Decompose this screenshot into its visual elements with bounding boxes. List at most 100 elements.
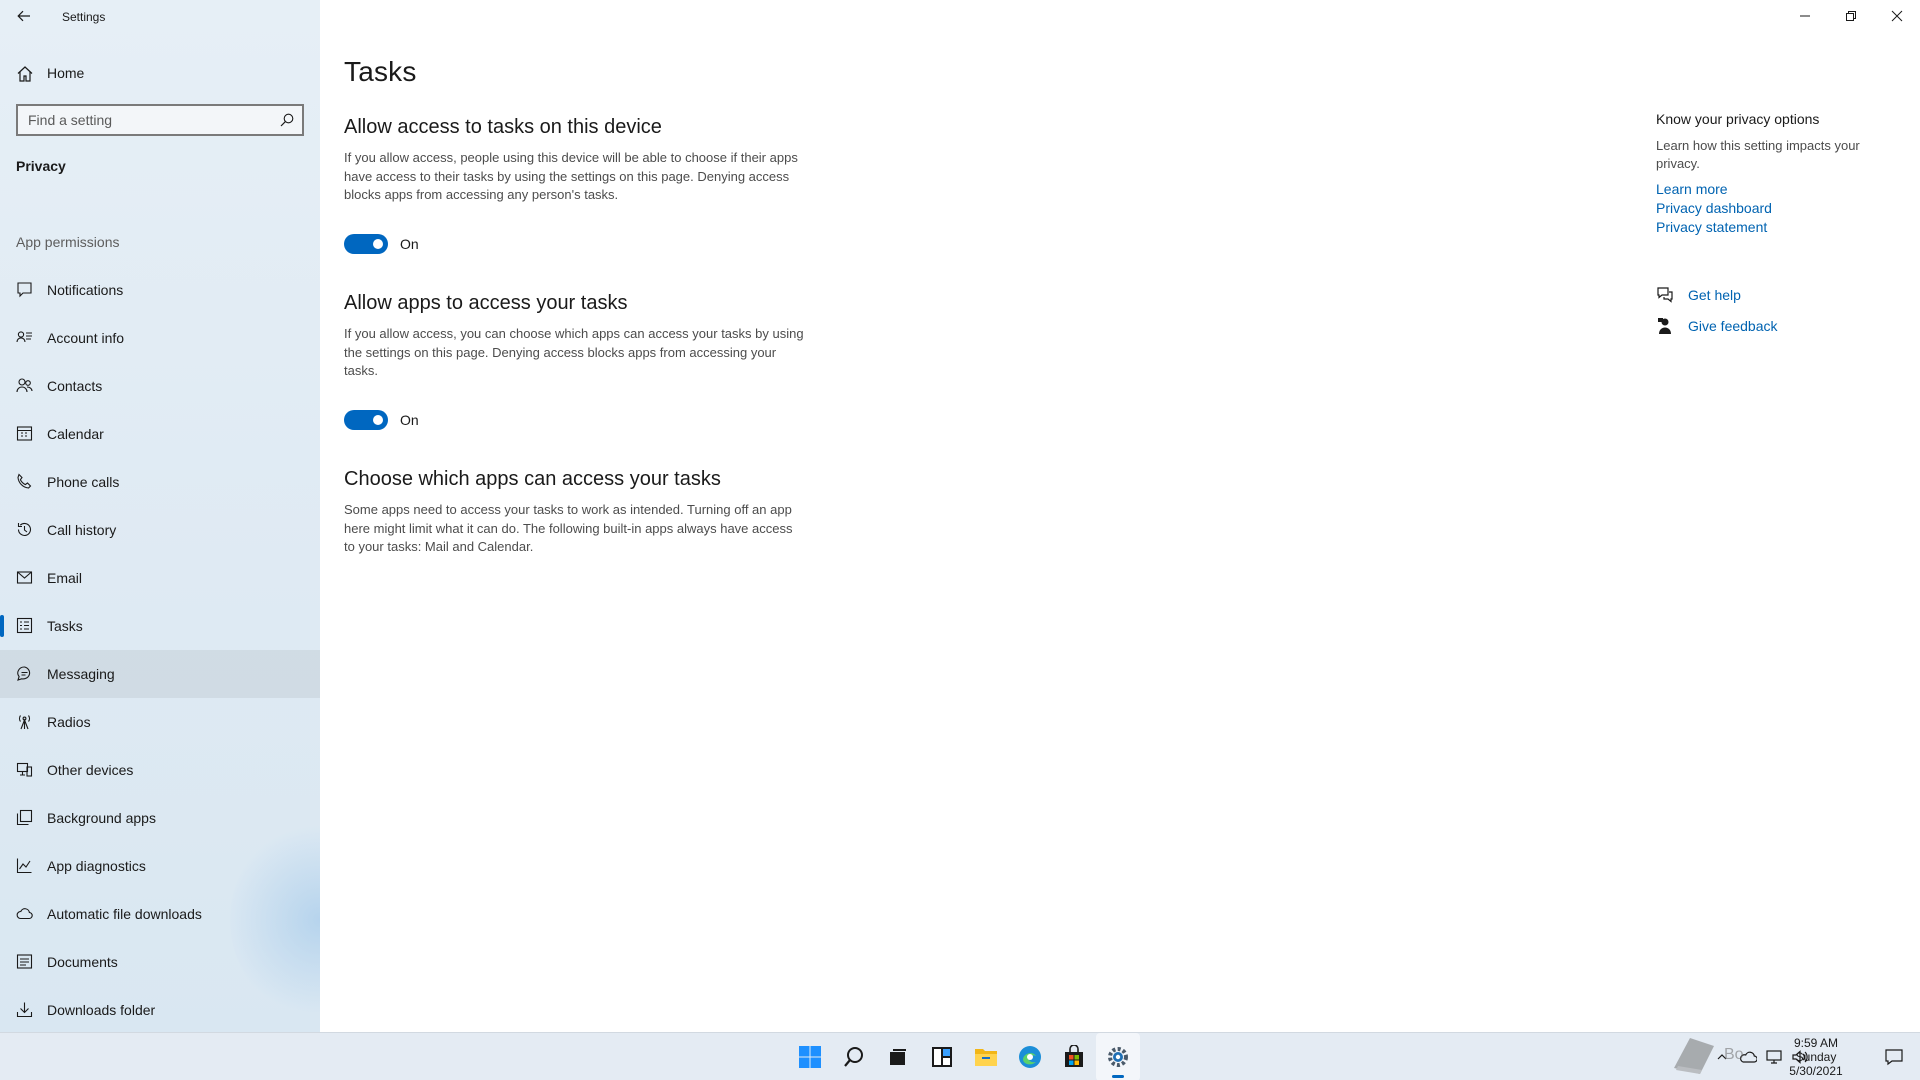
get-help-row[interactable]: Get help [1656, 286, 1741, 304]
notification-icon [17, 282, 32, 298]
store-icon [1065, 1045, 1083, 1067]
get-help-link[interactable]: Get help [1688, 287, 1741, 303]
cloud-icon [16, 908, 33, 920]
sidebar-item-account-info[interactable]: Account info [0, 314, 320, 362]
notification-center-icon[interactable] [1884, 1047, 1904, 1067]
sidebar-item-call-history[interactable]: Call history [0, 506, 320, 554]
privacy-options-title: Know your privacy options [1656, 111, 1820, 127]
file-explorer-icon [975, 1049, 997, 1066]
choose-apps-section: Choose which apps can access your tasks … [344, 468, 804, 557]
clock-time: 9:59 AM [1793, 1036, 1839, 1050]
privacy-options-description: Learn how this setting impacts your priv… [1656, 138, 1860, 171]
sidebar-item-email[interactable]: Email [0, 554, 320, 602]
sidebar-item-phone-calls[interactable]: Phone calls [0, 458, 320, 506]
sidebar-item-notifications[interactable]: Notifications [0, 266, 320, 314]
section-heading: Allow apps to access your tasks [344, 292, 628, 314]
privacy-statement-link[interactable]: Privacy statement [1656, 219, 1767, 235]
toggle-knob [373, 239, 383, 249]
nav-home[interactable]: Home [0, 53, 320, 93]
settings-icon [1108, 1047, 1128, 1067]
app-access-toggle[interactable] [344, 410, 388, 430]
title-bar: Settings [0, 0, 320, 32]
sidebar-item-other-devices[interactable]: Other devices [0, 746, 320, 794]
clock-date: 5/30/2021 [1789, 1064, 1843, 1078]
nav-home-label: Home [47, 65, 85, 81]
give-feedback-link[interactable]: Give feedback [1688, 318, 1778, 334]
learn-more-link[interactable]: Learn more [1656, 181, 1728, 197]
close-icon [1891, 10, 1903, 22]
sidebar-item-automatic-file-downloads[interactable]: Automatic file downloads [0, 890, 320, 938]
app-title: Settings [62, 10, 106, 24]
sidebar-item-label: Downloads folder [47, 1002, 156, 1018]
search-input[interactable] [18, 106, 268, 134]
history-icon [17, 522, 32, 537]
section-heading: Choose which apps can access your tasks [344, 468, 721, 490]
toggle-state-label: On [400, 412, 419, 428]
restore-button[interactable] [1828, 0, 1874, 32]
taskbar-file-explorer-button[interactable] [964, 1033, 1008, 1080]
sidebar-item-radios[interactable]: Radios [0, 698, 320, 746]
back-button[interactable] [8, 0, 40, 32]
sidebar-item-label: Documents [47, 954, 118, 970]
message-icon [17, 666, 31, 681]
sidebar-item-label: Background apps [47, 810, 156, 826]
sidebar-item-downloads-folder[interactable]: Downloads folder [0, 986, 320, 1032]
nav-list: Notifications Account info Contacts Cale… [0, 266, 320, 1032]
sidebar-item-label: Contacts [47, 378, 103, 394]
radio-tower-icon [18, 715, 31, 730]
feedback-icon [1658, 318, 1671, 334]
group-label: App permissions [16, 234, 120, 250]
sidebar-item-label: Calendar [47, 426, 104, 442]
sidebar-item-calendar[interactable]: Calendar [0, 410, 320, 458]
sidebar-item-label: Notifications [47, 282, 124, 298]
taskbar-task-view-button[interactable] [876, 1033, 920, 1080]
restore-icon [1846, 11, 1856, 21]
device-access-toggle[interactable] [344, 234, 388, 254]
taskbar-clock[interactable]: 9:59 AM Sunday 5/30/2021 [1776, 1036, 1856, 1078]
give-feedback-row[interactable]: Give feedback [1656, 317, 1778, 335]
taskbar: 9:59 AM Sunday 5/30/2021 [0, 1032, 1920, 1080]
minimize-button[interactable] [1782, 0, 1828, 32]
devices-icon [16, 762, 33, 777]
taskbar-widgets-button[interactable] [920, 1033, 964, 1080]
calendar-icon [16, 426, 33, 441]
sidebar-item-documents[interactable]: Documents [0, 938, 320, 986]
onedrive-icon[interactable] [1738, 1047, 1758, 1067]
edge-icon [1019, 1046, 1041, 1068]
download-icon [16, 1002, 33, 1018]
close-button[interactable] [1874, 0, 1920, 32]
taskbar-start-button[interactable] [788, 1033, 832, 1080]
phone-icon [17, 473, 32, 489]
home-icon [17, 66, 33, 82]
sidebar: Settings Home Privacy App permissions No… [0, 0, 320, 1032]
app-access-toggle-row: On [344, 410, 419, 430]
diagnostics-icon [16, 858, 32, 874]
taskbar-store-button[interactable] [1052, 1033, 1096, 1080]
chevron-up-icon[interactable] [1712, 1047, 1732, 1067]
search-icon [844, 1047, 863, 1067]
section-heading: Allow access to tasks on this device [344, 116, 662, 138]
back-arrow-icon [17, 10, 30, 22]
minimize-icon [1800, 15, 1810, 17]
sidebar-item-label: Call history [47, 522, 117, 538]
sidebar-item-label: Email [47, 570, 83, 586]
tasks-icon [16, 617, 33, 634]
sidebar-item-contacts[interactable]: Contacts [0, 362, 320, 410]
sidebar-item-label: Tasks [47, 618, 83, 634]
sidebar-item-background-apps[interactable]: Background apps [0, 794, 320, 842]
contacts-icon [16, 378, 33, 393]
taskbar-search-button[interactable] [832, 1033, 876, 1080]
taskbar-edge-button[interactable] [1008, 1033, 1052, 1080]
sidebar-item-label: Radios [47, 714, 91, 730]
document-icon [16, 954, 33, 969]
taskbar-settings-button[interactable] [1096, 1033, 1140, 1080]
privacy-dashboard-link[interactable]: Privacy dashboard [1656, 200, 1772, 216]
task-view-icon [890, 1049, 906, 1065]
widgets-icon [932, 1047, 952, 1067]
sidebar-item-messaging[interactable]: Messaging [0, 650, 320, 698]
sidebar-item-app-diagnostics[interactable]: App diagnostics [0, 842, 320, 890]
search-icon[interactable] [280, 113, 294, 127]
device-access-section: Allow access to tasks on this device If … [344, 116, 804, 205]
search-box[interactable] [16, 104, 304, 136]
sidebar-item-tasks[interactable]: Tasks [0, 602, 320, 650]
